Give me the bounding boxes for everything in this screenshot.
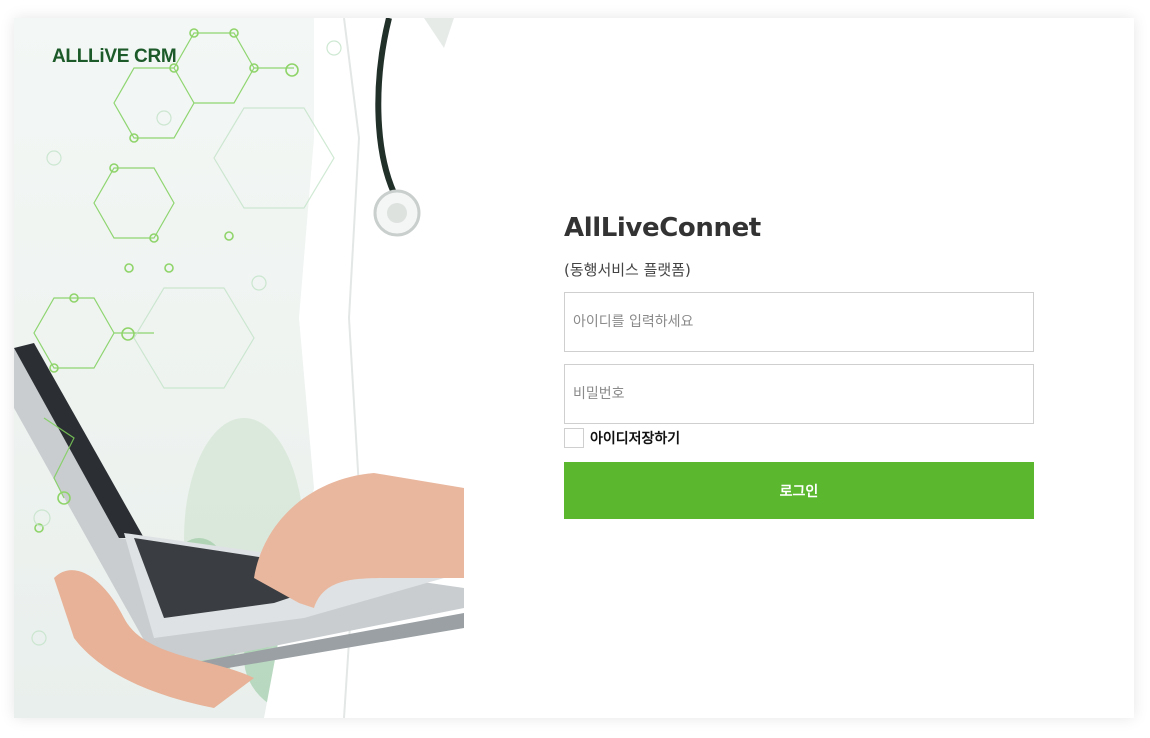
login-form: AllLiveConnet (동행서비스 플랫폼) 아이디저장하기 로그인 bbox=[564, 213, 1034, 519]
login-panel: AllLiveConnet (동행서비스 플랫폼) 아이디저장하기 로그인 bbox=[464, 18, 1134, 718]
save-id-label[interactable]: 아이디저장하기 bbox=[590, 428, 680, 448]
doctor-with-laptop-illustration bbox=[14, 18, 464, 718]
hero-image-panel: ALLLiVE CRM bbox=[14, 18, 464, 718]
login-button[interactable]: 로그인 bbox=[564, 462, 1034, 519]
brand-logo: ALLLiVE CRM bbox=[52, 46, 177, 67]
login-card: ALLLiVE CRM AllLiveConnet (동행서비스 플랫폼) 아이… bbox=[14, 18, 1134, 718]
save-id-checkbox[interactable] bbox=[564, 428, 584, 448]
user-id-input[interactable] bbox=[564, 292, 1034, 352]
page-subtitle: (동행서비스 플랫폼) bbox=[564, 261, 691, 279]
page-title: AllLiveConnet bbox=[564, 213, 761, 243]
password-input[interactable] bbox=[564, 364, 1034, 424]
save-id-row[interactable]: 아이디저장하기 bbox=[564, 428, 1034, 448]
